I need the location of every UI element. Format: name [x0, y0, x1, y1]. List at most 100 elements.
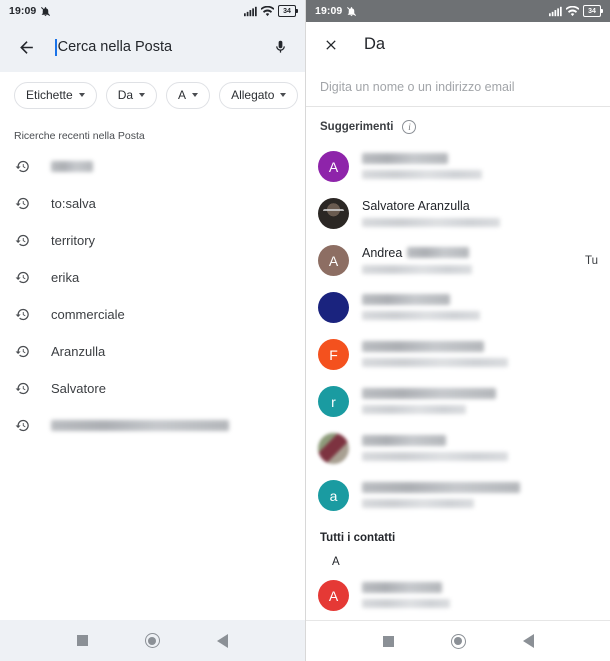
microphone-icon[interactable] — [268, 34, 292, 60]
contact-texts — [362, 435, 598, 462]
recent-searches-label: Ricerche recenti nella Posta — [14, 130, 145, 142]
contact-email — [362, 498, 598, 509]
contact-trailing-label: Tu — [585, 254, 598, 267]
redacted-text — [362, 294, 450, 305]
recent-search-item[interactable]: Salvatore — [0, 370, 305, 407]
right-screen-da-picker: 19:09 34 Da Digita un nome o un indirizz… — [305, 0, 610, 661]
contact-name — [362, 435, 598, 446]
da-picker-header: Da — [306, 22, 610, 67]
circle-home-icon[interactable] — [144, 633, 160, 648]
chip-allegato[interactable]: Allegato — [219, 81, 299, 109]
square-recents-icon[interactable] — [76, 635, 88, 646]
back-arrow-icon[interactable] — [13, 34, 39, 60]
alpha-sections: AA — [306, 549, 610, 619]
contact-name — [362, 153, 598, 164]
contact-texts — [362, 482, 598, 509]
filter-chips-row: Etichette Da A Allegato — [0, 72, 305, 118]
suggestions-header: Suggerimenti i — [306, 107, 610, 143]
info-circle-icon[interactable]: i — [402, 120, 417, 134]
contact-name — [362, 482, 598, 493]
contact-name — [362, 294, 598, 305]
close-x-icon[interactable] — [320, 34, 342, 56]
suggestion-contact-row[interactable] — [306, 284, 610, 331]
contact-email — [362, 169, 598, 180]
status-right-cluster: 34 — [549, 5, 603, 17]
avatar: A — [318, 245, 349, 276]
bell-muted-icon — [40, 6, 51, 17]
chip-a[interactable]: A — [166, 81, 211, 109]
redacted-text — [362, 498, 474, 508]
recent-search-item[interactable]: commerciale — [0, 296, 305, 333]
contact-texts — [362, 294, 598, 321]
battery-indicator: 34 — [583, 5, 603, 17]
redacted-text — [51, 420, 229, 431]
suggestion-contact-row[interactable]: r — [306, 378, 610, 425]
contact-email — [362, 598, 598, 609]
contact-name-text: Salvatore Aranzulla — [362, 198, 470, 213]
contact-email — [362, 310, 598, 321]
avatar: r — [318, 386, 349, 417]
contact-texts — [362, 582, 598, 609]
history-clock-icon — [14, 158, 31, 175]
contact-email — [362, 265, 566, 276]
recent-search-item[interactable]: erika — [0, 259, 305, 296]
redacted-text — [362, 451, 508, 461]
suggestion-contact-row[interactable]: a — [306, 472, 610, 519]
avatar: A — [318, 580, 349, 611]
recent-search-item[interactable]: Aranzulla — [0, 333, 305, 370]
search-bar: Cerca nella Posta — [0, 22, 305, 72]
chip-etichette[interactable]: Etichette — [14, 81, 97, 109]
contact-name — [362, 388, 598, 399]
square-recents-icon[interactable] — [382, 635, 394, 647]
redacted-text — [362, 341, 484, 352]
contact-texts — [362, 388, 598, 415]
chip-label: Da — [117, 88, 134, 102]
contact-name — [362, 341, 598, 352]
chip-label: A — [178, 88, 187, 102]
recent-search-item[interactable] — [0, 148, 305, 185]
redacted-text — [362, 435, 446, 446]
suggestions-list: A Salvatore Aranzulla A Andrea Tu Fr a — [306, 143, 610, 519]
avatar — [318, 292, 349, 323]
search-input[interactable]: Cerca nella Posta — [55, 38, 268, 56]
redacted-text — [362, 482, 520, 493]
history-clock-icon — [14, 417, 31, 434]
chip-label: Allegato — [231, 88, 275, 102]
recent-search-item[interactable]: territory — [0, 222, 305, 259]
alpha-section-header: A — [332, 556, 340, 568]
suggestion-contact-row[interactable] — [306, 425, 610, 472]
contact-email — [362, 451, 598, 462]
recent-search-label: commerciale — [51, 307, 125, 322]
history-clock-icon — [14, 232, 31, 249]
history-clock-icon — [14, 380, 31, 397]
chevron-down-icon — [78, 93, 85, 97]
suggestion-contact-row[interactable]: F — [306, 331, 610, 378]
triangle-back-icon[interactable] — [217, 633, 229, 648]
status-time: 19:09 — [9, 5, 37, 17]
contact-name-text: Andrea — [362, 245, 403, 260]
contact-texts: Andrea — [362, 246, 566, 276]
redacted-text — [51, 161, 93, 172]
email-input-placeholder: Digita un nome o un indirizzo email — [320, 79, 515, 94]
dual-screenshot-container: 19:09 34 Cerca nella Posta Etichette Da … — [0, 0, 610, 661]
chip-da[interactable]: Da — [105, 81, 158, 109]
recent-search-item[interactable]: to:salva — [0, 185, 305, 222]
redacted-text — [362, 218, 500, 228]
history-clock-icon — [14, 195, 31, 212]
circle-home-icon[interactable] — [450, 633, 466, 649]
status-bar-left: 19:09 34 — [0, 0, 305, 22]
redacted-text — [362, 265, 472, 275]
history-clock-icon — [14, 306, 31, 323]
triangle-back-icon[interactable] — [522, 634, 534, 648]
contact-email — [362, 404, 598, 415]
redacted-text — [362, 388, 496, 399]
search-input-value: Cerca nella Posta — [57, 39, 173, 55]
suggestion-contact-row[interactable]: Salvatore Aranzulla — [306, 190, 610, 237]
email-input-row[interactable]: Digita un nome o un indirizzo email — [306, 67, 610, 107]
redacted-text — [362, 310, 480, 320]
suggestion-contact-row[interactable]: A — [306, 143, 610, 190]
recent-search-item[interactable] — [0, 407, 305, 444]
contact-row[interactable]: A — [306, 572, 610, 619]
suggestion-contact-row[interactable]: A Andrea Tu — [306, 237, 610, 284]
bell-muted-icon — [346, 6, 357, 17]
